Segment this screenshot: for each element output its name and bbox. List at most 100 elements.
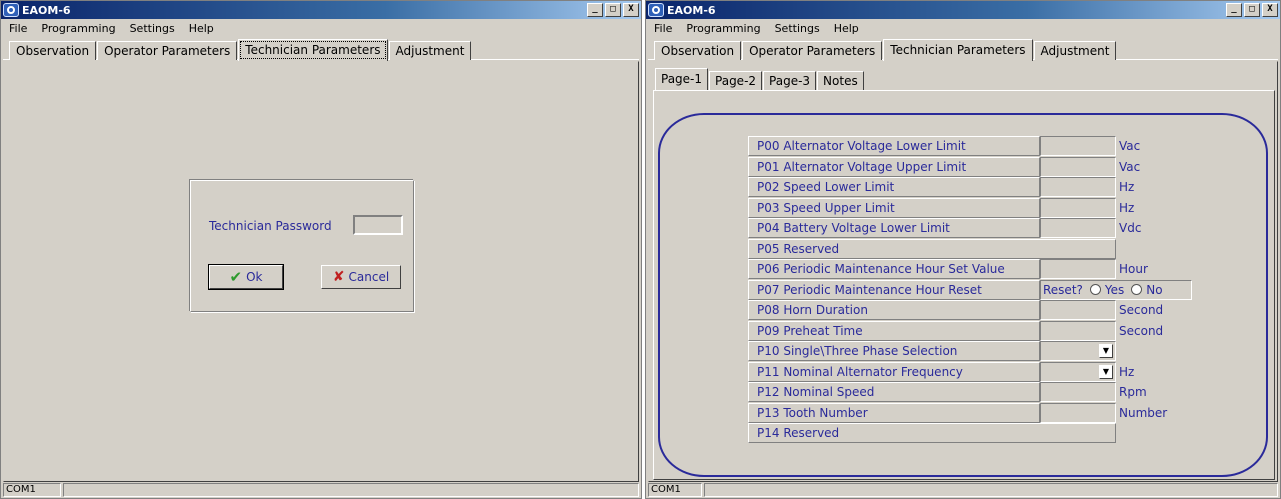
param-value-input[interactable] (1040, 136, 1116, 156)
left-window: EAOM-6 _ □ X File Programming Settings H… (0, 0, 642, 499)
param-unit: Hour (1119, 262, 1148, 276)
param-name: P08 Horn Duration (748, 300, 1040, 320)
maximize-button[interactable]: □ (605, 3, 621, 17)
menubar: File Programming Settings Help (1, 19, 641, 38)
minimize-button[interactable]: _ (587, 3, 603, 17)
param-name: P13 Tooth Number (748, 402, 1040, 423)
tab-technician-parameters[interactable]: Technician Parameters (238, 39, 388, 61)
param-value-input[interactable] (1040, 218, 1116, 238)
menu-settings[interactable]: Settings (775, 22, 820, 35)
radio-no[interactable] (1131, 284, 1143, 295)
param-name: P12 Nominal Speed (748, 382, 1040, 402)
param-unit: Number (1119, 405, 1168, 420)
param-name: P14 Reserved (748, 423, 1116, 443)
menu-file[interactable]: File (654, 22, 672, 35)
maximize-button[interactable]: □ (1244, 3, 1260, 17)
status-message (63, 483, 639, 497)
param-value-input[interactable] (1040, 320, 1116, 341)
minimize-button[interactable]: _ (1226, 3, 1242, 17)
page-1-panel: P00 Alternator Voltage Lower Limit Vac P01… (653, 90, 1275, 480)
left-titlebar[interactable]: EAOM-6 _ □ X (1, 1, 641, 19)
ok-label: Ok (246, 270, 263, 284)
param-row: P13 Tooth Number Number (748, 402, 1168, 423)
param-unit: Vac (1119, 159, 1141, 174)
status-message (704, 483, 1278, 497)
radio-yes[interactable] (1089, 284, 1101, 295)
app-icon (3, 3, 19, 17)
tab-observation[interactable]: Observation (654, 41, 742, 60)
chevron-down-icon[interactable]: ▼ (1099, 364, 1113, 379)
cross-icon: ✘ (332, 269, 345, 285)
page-tabs: Page-1 Page-2 Page-3 Notes (655, 68, 865, 90)
password-dialog: Technician Password ✔ Ok ✘ Cancel (190, 180, 414, 312)
close-button[interactable]: X (1262, 3, 1278, 17)
param-name: P01 Alternator Voltage Upper Limit (748, 156, 1040, 177)
tab-page-3[interactable]: Page-3 (763, 71, 817, 90)
menu-settings[interactable]: Settings (130, 22, 175, 35)
password-input[interactable] (353, 215, 403, 235)
password-label: Technician Password (209, 219, 332, 233)
tab-notes[interactable]: Notes (817, 71, 864, 90)
param-row: P05 Reserved (748, 238, 1116, 259)
menu-help[interactable]: Help (834, 22, 859, 35)
param-row: P03 Speed Upper Limit Hz (748, 197, 1135, 218)
param-row: P12 Nominal Speed Rpm (748, 382, 1147, 402)
menu-programming[interactable]: Programming (686, 22, 760, 35)
reset-label: Reset? (1043, 282, 1083, 297)
status-port: COM1 (648, 483, 702, 497)
statusbar: COM1 (646, 482, 1280, 498)
param-unit: Second (1119, 303, 1164, 317)
tab-technician-parameters[interactable]: Technician Parameters (883, 39, 1033, 61)
param-value-input[interactable] (1040, 156, 1116, 177)
ok-button[interactable]: ✔ Ok (208, 264, 284, 290)
param-value-input[interactable] (1040, 382, 1116, 402)
cancel-label: Cancel (348, 270, 390, 284)
tab-content: Technician Password ✔ Ok ✘ Cancel (3, 61, 639, 482)
param-name: P07 Periodic Maintenance Hour Reset (748, 279, 1040, 300)
param-name: P06 Periodic Maintenance Hour Set Value (748, 259, 1040, 279)
menu-help[interactable]: Help (189, 22, 214, 35)
main-tabs: Observation Operator Parameters Technici… (1, 38, 641, 61)
param-name: P05 Reserved (748, 238, 1116, 259)
param-value-select[interactable]: ▼ (1040, 341, 1116, 361)
right-titlebar[interactable]: EAOM-6 _ □ X (646, 1, 1280, 19)
param-value-input[interactable] (1040, 402, 1116, 423)
tab-adjustment[interactable]: Adjustment (1033, 41, 1117, 60)
param-row: P10 Single\Three Phase Selection ▼ (748, 341, 1119, 361)
menu-programming[interactable]: Programming (41, 22, 115, 35)
param-row: P14 Reserved (748, 423, 1116, 443)
tab-adjustment[interactable]: Adjustment (388, 41, 472, 60)
tab-operator-parameters[interactable]: Operator Parameters (97, 41, 238, 60)
tab-page-2[interactable]: Page-2 (709, 71, 763, 90)
param-unit: Hz (1119, 200, 1135, 215)
tab-content: Page-1 Page-2 Page-3 Notes P00 Alternato… (648, 61, 1278, 482)
param-value-input[interactable] (1040, 197, 1116, 218)
param-unit: Second (1119, 323, 1164, 338)
param-row: P04 Battery Voltage Lower Limit Vdc (748, 218, 1141, 238)
close-button[interactable]: X (623, 3, 639, 17)
param-value-select[interactable]: ▼ (1040, 361, 1116, 382)
param-name: P09 Preheat Time (748, 320, 1040, 341)
status-port: COM1 (3, 483, 61, 497)
param-value-input[interactable] (1040, 259, 1116, 279)
main-tabs: Observation Operator Parameters Technici… (646, 38, 1280, 61)
menu-file[interactable]: File (9, 22, 27, 35)
param-unit: Hz (1119, 180, 1135, 194)
param-row: P08 Horn Duration Second (748, 300, 1163, 320)
tab-operator-parameters[interactable]: Operator Parameters (742, 41, 883, 60)
param-value-input[interactable] (1040, 300, 1116, 320)
checkmark-icon: ✔ (229, 268, 243, 286)
param-name: P00 Alternator Voltage Lower Limit (748, 136, 1040, 156)
param-row: P09 Preheat Time Second (748, 320, 1164, 341)
param-name: P02 Speed Lower Limit (748, 177, 1040, 197)
param-unit: Hz (1119, 364, 1135, 379)
tab-page-1[interactable]: Page-1 (655, 68, 709, 90)
tab-observation[interactable]: Observation (9, 41, 97, 60)
param-row: P07 Periodic Maintenance Hour Reset Reset… (748, 279, 1192, 300)
param-row: P00 Alternator Voltage Lower Limit Vac (748, 136, 1140, 156)
chevron-down-icon[interactable]: ▼ (1099, 344, 1113, 358)
statusbar: COM1 (1, 482, 641, 498)
param-value-input[interactable] (1040, 177, 1116, 197)
cancel-button[interactable]: ✘ Cancel (321, 265, 401, 289)
param-name: P03 Speed Upper Limit (748, 197, 1040, 218)
